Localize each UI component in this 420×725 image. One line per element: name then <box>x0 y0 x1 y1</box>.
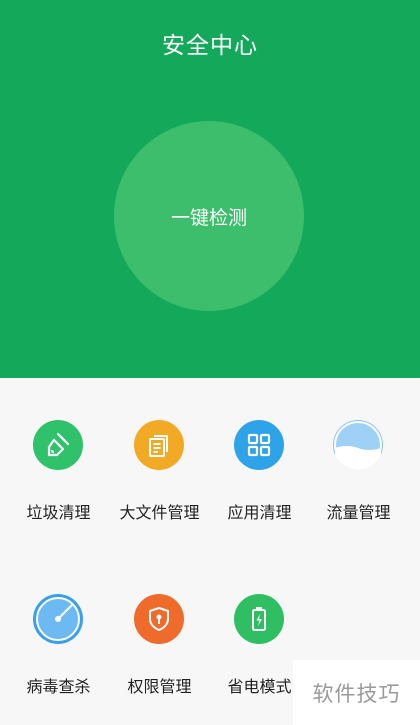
radar-icon <box>33 594 83 644</box>
tool-label: 垃圾清理 <box>26 503 91 522</box>
app-grid-icon <box>234 420 284 470</box>
battery-icon <box>234 594 284 644</box>
broom-icon <box>33 420 83 470</box>
tool-power-saving[interactable]: 省电模式 <box>207 552 312 696</box>
page-title: 安全中心 <box>162 33 258 59</box>
watermark-text: 软件技巧 <box>293 660 420 725</box>
tool-label: 病毒查杀 <box>26 677 91 696</box>
tool-label: 大文件管理 <box>119 503 200 522</box>
header-panel: 安全中心 一键检测 <box>0 0 420 378</box>
tool-junk-clean[interactable]: 垃圾清理 <box>6 378 111 522</box>
tool-large-files[interactable]: 大文件管理 <box>107 378 212 522</box>
tool-virus-scan[interactable]: 病毒查杀 <box>6 552 111 696</box>
security-center-screen: 安全中心 一键检测 垃圾清理 大文件管理 应用清理 流量管理 病毒查杀 权限管理… <box>0 0 420 725</box>
tool-data-usage[interactable]: 流量管理 <box>306 378 411 522</box>
tool-label: 应用清理 <box>227 503 292 522</box>
data-wave-icon <box>333 420 383 470</box>
tool-label: 流量管理 <box>326 503 391 522</box>
one-click-scan-button[interactable]: 一键检测 <box>114 121 304 311</box>
documents-icon <box>134 420 184 470</box>
tool-app-clean[interactable]: 应用清理 <box>207 378 312 522</box>
shield-lock-icon <box>134 594 184 644</box>
scan-button-label: 一键检测 <box>170 206 247 229</box>
tool-label: 权限管理 <box>127 677 192 696</box>
tool-permissions[interactable]: 权限管理 <box>107 552 212 696</box>
